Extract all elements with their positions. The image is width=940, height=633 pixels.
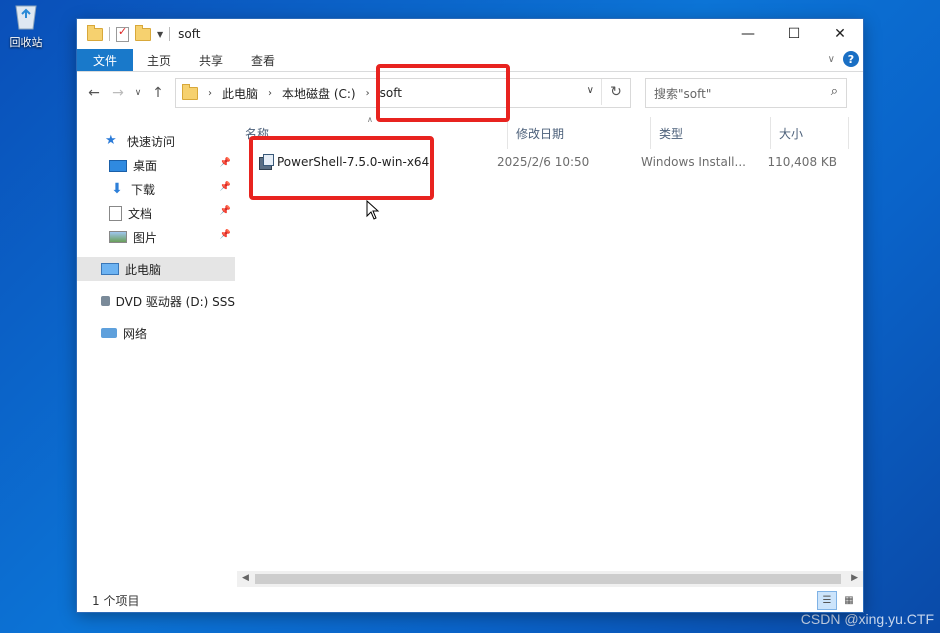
sidebar-item-label: 文档 — [128, 206, 153, 221]
tab-share[interactable]: 共享 — [185, 49, 237, 71]
column-header-label: 修改日期 — [516, 126, 565, 141]
annotation-highlight-address — [376, 64, 510, 122]
new-folder-icon[interactable] — [135, 24, 151, 41]
search-placeholder: 搜索"soft" — [654, 86, 712, 101]
desktop-icon — [109, 159, 127, 172]
pin-icon: 📌 — [219, 182, 231, 192]
breadcrumb-separator-icon: › — [365, 87, 370, 99]
navigation-pane: ★ 快速访问 桌面 📌 ⬇ 下载 📌 文档 📌 图片 📌 此电脑 DVD 驱动器… — [77, 113, 235, 589]
quick-access-toolbar: ▼ — [77, 24, 171, 42]
file-size: 110,408 KB — [767, 155, 837, 169]
sort-ascending-icon: ∧ — [367, 115, 373, 124]
sidebar-item-pictures[interactable]: 图片 📌 — [77, 225, 235, 249]
breadcrumb-separator-icon: › — [208, 87, 212, 99]
recycle-bin-icon — [10, 0, 42, 30]
status-bar: 1 个项目 ☰ ▦ — [77, 588, 863, 612]
column-header-label: 大小 — [779, 126, 804, 141]
search-input[interactable]: 搜索"soft" ⌕ — [645, 78, 847, 108]
sidebar-item-label: 网络 — [123, 326, 148, 341]
sidebar-item-label: 快速访问 — [127, 134, 176, 149]
file-modified: 2025/2/6 10:50 — [497, 155, 590, 169]
sidebar-item-documents[interactable]: 文档 📌 — [77, 201, 235, 225]
column-header-label: 类型 — [659, 126, 684, 141]
mouse-cursor-icon — [366, 199, 380, 223]
sidebar-item-dvd-drive[interactable]: DVD 驱动器 (D:) SSS — [77, 289, 235, 313]
column-header-type[interactable]: 类型 — [651, 117, 771, 149]
breadcrumb-local-disk[interactable]: 本地磁盘 (C:) — [282, 85, 356, 102]
recycle-bin-label: 回收站 — [9, 36, 43, 49]
item-count: 1 个项目 — [92, 593, 140, 608]
help-icon[interactable]: ? — [843, 51, 859, 67]
tab-view[interactable]: 查看 — [237, 49, 289, 71]
pictures-icon — [109, 231, 127, 243]
title-bar[interactable]: ▼ soft — ☐ ✕ — [77, 19, 863, 49]
search-icon: ⌕ — [830, 84, 838, 99]
divider — [169, 27, 171, 41]
column-header-modified[interactable]: 修改日期 — [508, 117, 651, 149]
sidebar-item-label: DVD 驱动器 (D:) SSS — [115, 294, 235, 309]
folder-icon — [87, 24, 103, 41]
sidebar-item-desktop[interactable]: 桌面 📌 — [77, 153, 235, 177]
minimize-button[interactable]: — — [725, 19, 771, 49]
breadcrumb-this-pc[interactable]: 此电脑 — [222, 85, 258, 102]
star-icon: ★ — [105, 133, 117, 148]
sidebar-item-this-pc[interactable]: 此电脑 — [77, 257, 235, 281]
tab-home[interactable]: 主页 — [133, 49, 185, 71]
download-icon: ⬇ — [111, 181, 123, 197]
recent-locations-chevron-icon[interactable]: ∨ — [133, 88, 143, 98]
sidebar-item-network[interactable]: 网络 — [77, 321, 235, 345]
refresh-icon[interactable]: ↻ — [601, 79, 630, 105]
back-arrow-icon[interactable]: ← — [85, 85, 103, 101]
sidebar-item-label: 图片 — [133, 230, 158, 245]
forward-arrow-icon[interactable]: → — [109, 85, 127, 101]
sidebar-item-quick-access[interactable]: ★ 快速访问 — [77, 129, 235, 153]
sidebar-item-downloads[interactable]: ⬇ 下载 📌 — [77, 177, 235, 201]
pin-icon: 📌 — [219, 158, 231, 168]
properties-icon[interactable] — [116, 25, 129, 42]
maximize-button[interactable]: ☐ — [771, 19, 817, 49]
dvd-drive-icon — [101, 296, 110, 306]
file-type: Windows Install... — [641, 155, 746, 169]
scrollbar-thumb[interactable] — [255, 574, 841, 584]
network-icon — [101, 328, 117, 338]
details-view-icon[interactable]: ☰ — [817, 591, 837, 610]
folder-icon — [182, 83, 198, 100]
up-arrow-icon[interactable]: ↑ — [149, 85, 167, 101]
tab-file[interactable]: 文件 — [77, 49, 134, 71]
divider — [109, 27, 110, 41]
pin-icon: 📌 — [219, 230, 231, 240]
recycle-bin-shortcut[interactable]: 回收站 — [0, 0, 52, 50]
breadcrumb-separator-icon: › — [268, 87, 273, 99]
scroll-left-arrow-icon[interactable]: ◀ — [242, 573, 249, 583]
window-title: soft — [178, 27, 201, 41]
document-icon — [109, 205, 122, 221]
large-icons-view-icon[interactable]: ▦ — [839, 591, 859, 610]
horizontal-scrollbar[interactable]: ◀ ▶ — [237, 571, 863, 587]
watermark: CSDN @xing.yu.CTF — [800, 611, 934, 627]
expand-ribbon-chevron-icon[interactable]: ∨ — [828, 54, 835, 65]
sidebar-item-label: 下载 — [131, 182, 156, 197]
pane-splitter[interactable] — [235, 113, 236, 589]
scroll-right-arrow-icon[interactable]: ▶ — [851, 573, 858, 583]
annotation-highlight-file — [249, 136, 434, 200]
customize-toolbar-chevron-icon[interactable]: ▼ — [157, 30, 163, 39]
computer-icon — [101, 263, 119, 275]
column-header-size[interactable]: 大小 — [771, 117, 849, 149]
address-dropdown-chevron-icon[interactable]: ∨ — [587, 85, 594, 96]
sidebar-item-label: 此电脑 — [125, 262, 162, 277]
pin-icon: 📌 — [219, 206, 231, 216]
sidebar-item-label: 桌面 — [133, 158, 158, 173]
close-button[interactable]: ✕ — [817, 19, 863, 49]
